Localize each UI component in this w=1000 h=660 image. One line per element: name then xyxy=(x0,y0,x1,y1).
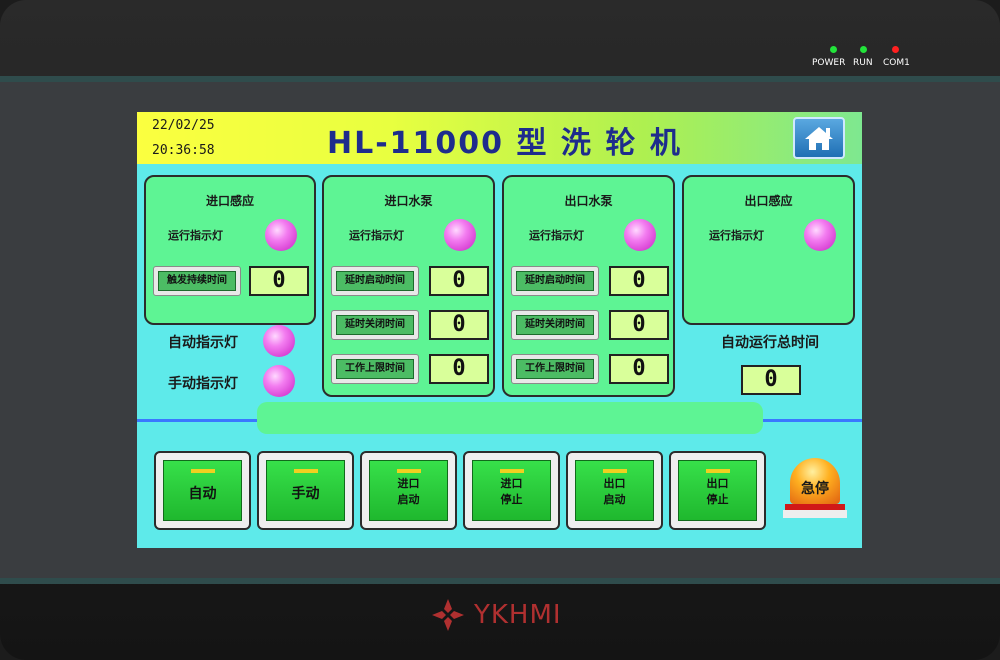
outlet-delay-start-button[interactable]: 延时启动时间 xyxy=(511,266,599,296)
run-lamp-label: 运行指示灯 xyxy=(709,229,764,242)
home-button[interactable] xyxy=(793,117,845,159)
inlet-delay-stop-value[interactable]: 0 xyxy=(429,310,489,340)
manual-button[interactable]: 手动 xyxy=(257,451,354,530)
indicator-strip xyxy=(191,469,215,473)
run-lamp-label: 运行指示灯 xyxy=(529,229,584,242)
com1-led-label: COM1 xyxy=(883,58,910,68)
total-runtime-label: 自动运行总时间 xyxy=(721,335,819,351)
outlet-delay-stop-button[interactable]: 延时关闭时间 xyxy=(511,310,599,340)
outlet-start-button[interactable]: 出口 启动 xyxy=(566,451,663,530)
inlet-pump-panel: 进口水泵 运行指示灯 延时启动时间 0 延时关闭时间 0 工作上限时间 0 xyxy=(322,175,495,397)
panel-title: 出口水泵 xyxy=(564,194,613,208)
inlet-delay-start-button[interactable]: 延时启动时间 xyxy=(331,266,419,296)
total-runtime-value: 0 xyxy=(741,365,801,395)
inlet-sensor-panel: 进口感应 运行指示灯 触发持续时间 0 xyxy=(144,175,316,325)
inlet-pump-run-lamp xyxy=(444,219,476,251)
panel-title: 出口感应 xyxy=(744,194,793,208)
inlet-work-limit-button[interactable]: 工作上限时间 xyxy=(331,354,419,384)
outlet-pump-panel: 出口水泵 运行指示灯 延时启动时间 0 延时关闭时间 0 工作上限时间 0 xyxy=(502,175,675,397)
indicator-strip xyxy=(706,469,730,473)
panel-title: 进口感应 xyxy=(205,194,254,208)
outlet-sensor-run-lamp xyxy=(804,219,836,251)
page-title: HL-11000 型 洗 轮 机 xyxy=(327,126,682,161)
outlet-work-limit-value[interactable]: 0 xyxy=(609,354,669,384)
brand-diamond-icon xyxy=(432,599,464,631)
inlet-stop-button[interactable]: 进口 停止 xyxy=(463,451,560,530)
inlet-work-limit-value[interactable]: 0 xyxy=(429,354,489,384)
inlet-sensor-run-lamp xyxy=(265,219,297,251)
indicator-strip xyxy=(603,469,627,473)
manual-indicator-lamp xyxy=(263,365,295,397)
indicator-strip xyxy=(294,469,318,473)
run-led-label: RUN xyxy=(853,58,873,68)
power-led-label: POWER xyxy=(812,58,846,68)
header-bar: 22/02/25 20:36:58 HL-11000 型 洗 轮 机 xyxy=(137,112,862,164)
emergency-stop-label: 急停 xyxy=(801,481,829,497)
inlet-delay-stop-button[interactable]: 延时关闭时间 xyxy=(331,310,419,340)
auto-indicator-label: 自动指示灯 xyxy=(168,335,238,351)
outlet-delay-start-value[interactable]: 0 xyxy=(609,266,669,296)
trigger-duration-button[interactable]: 触发持续时间 xyxy=(153,266,241,296)
hmi-screen: 22/02/25 20:36:58 HL-11000 型 洗 轮 机 进口感应 … xyxy=(137,112,862,548)
outlet-delay-stop-value[interactable]: 0 xyxy=(609,310,669,340)
inlet-delay-start-value[interactable]: 0 xyxy=(429,266,489,296)
home-icon xyxy=(805,127,833,150)
outlet-work-limit-button[interactable]: 工作上限时间 xyxy=(511,354,599,384)
indicator-strip xyxy=(500,469,524,473)
emergency-stop-button[interactable]: 急停 xyxy=(783,458,847,524)
trigger-duration-value[interactable]: 0 xyxy=(249,266,309,296)
brand-logo: YKHMI xyxy=(430,598,562,632)
outlet-sensor-panel: 出口感应 运行指示灯 xyxy=(682,175,855,325)
outlet-stop-button[interactable]: 出口 停止 xyxy=(669,451,766,530)
panel-title: 进口水泵 xyxy=(384,194,433,208)
outlet-pump-run-lamp xyxy=(624,219,656,251)
indicator-strip xyxy=(397,469,421,473)
manual-indicator-label: 手动指示灯 xyxy=(168,376,238,392)
run-lamp-label: 运行指示灯 xyxy=(349,229,404,242)
status-leds: POWER RUN COM1 xyxy=(808,46,918,72)
message-bar xyxy=(257,402,763,434)
com1-led xyxy=(892,46,899,53)
date-display: 22/02/25 xyxy=(152,118,215,133)
auto-button[interactable]: 自动 xyxy=(154,451,251,530)
run-lamp-label: 运行指示灯 xyxy=(168,229,223,242)
time-display: 20:36:58 xyxy=(152,143,215,158)
power-led xyxy=(830,46,837,53)
run-led xyxy=(860,46,867,53)
auto-indicator-lamp xyxy=(263,325,295,357)
bezel-bottom-band xyxy=(0,578,1000,584)
inlet-start-button[interactable]: 进口 启动 xyxy=(360,451,457,530)
brand-name: YKHMI xyxy=(474,600,562,630)
